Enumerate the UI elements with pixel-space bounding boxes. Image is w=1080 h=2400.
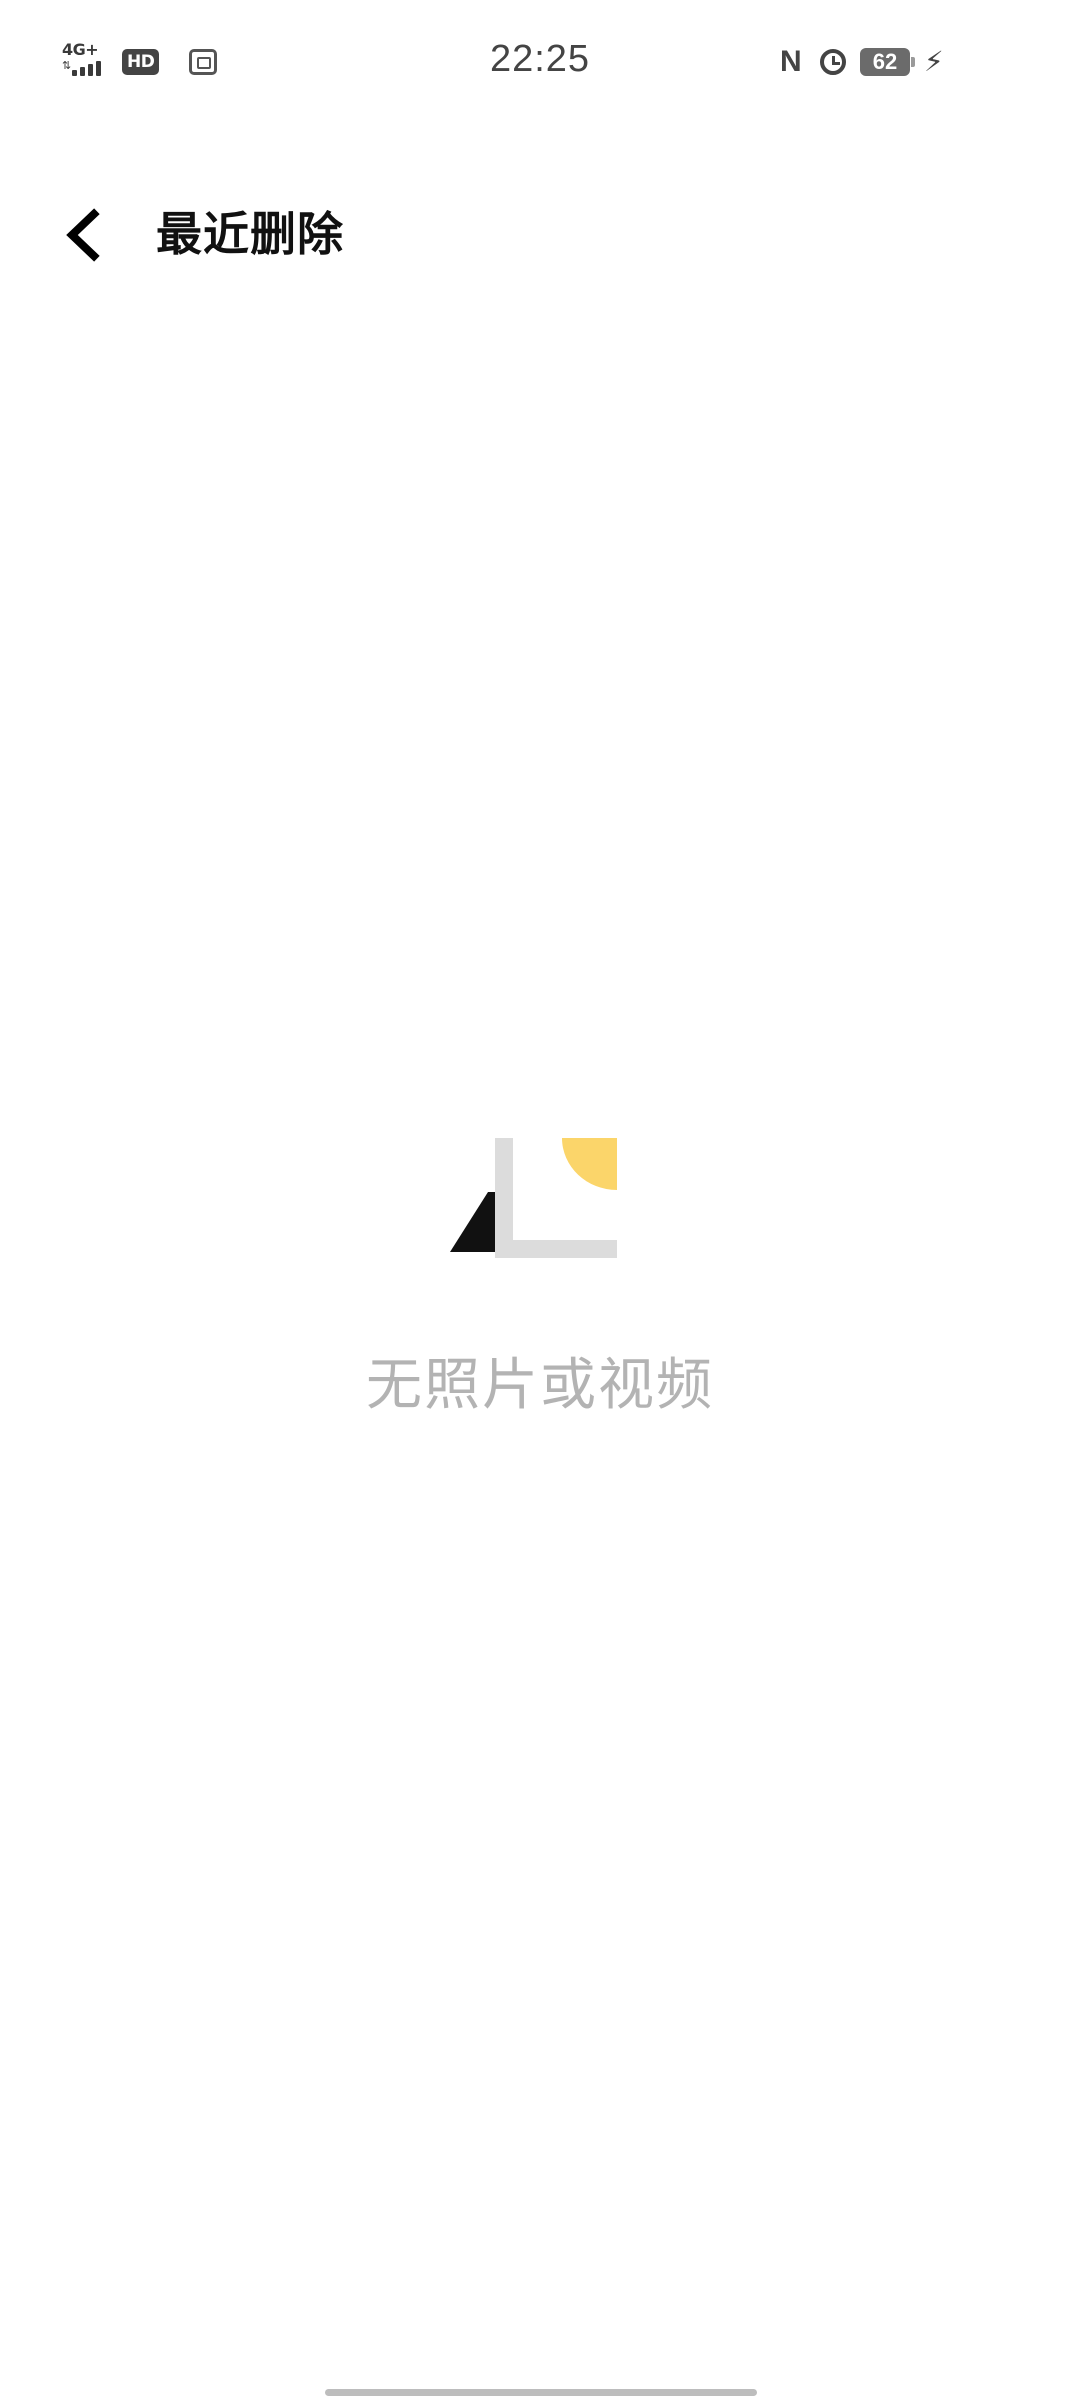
page-title: 最近删除 bbox=[156, 207, 344, 261]
status-bar: 4G+ ⇅ HD 22:25 N 62 ⚡ bbox=[0, 0, 1080, 120]
status-right-icons: N 62 ⚡ bbox=[780, 40, 944, 84]
back-button[interactable] bbox=[56, 202, 116, 268]
charging-bolt-icon: ⚡ bbox=[924, 45, 944, 78]
nfc-icon: N bbox=[780, 45, 802, 78]
battery-level: 62 bbox=[872, 49, 898, 74]
frame-bottom-edge bbox=[495, 1240, 617, 1258]
sun-shape bbox=[562, 1138, 617, 1190]
empty-state-message: 无照片或视频 bbox=[366, 1353, 714, 1418]
app-bar: 最近删除 bbox=[0, 180, 1080, 290]
empty-photo-graphic bbox=[450, 1138, 617, 1258]
chevron-left-icon bbox=[66, 208, 100, 262]
alarm-icon bbox=[820, 49, 846, 75]
gesture-navigation-bar[interactable] bbox=[325, 2389, 757, 2396]
battery-icon: 62 bbox=[860, 48, 915, 76]
mountain-shape bbox=[450, 1192, 495, 1252]
empty-photo-illustration bbox=[450, 1130, 630, 1260]
empty-state: 无照片或视频 bbox=[0, 1130, 1080, 1421]
